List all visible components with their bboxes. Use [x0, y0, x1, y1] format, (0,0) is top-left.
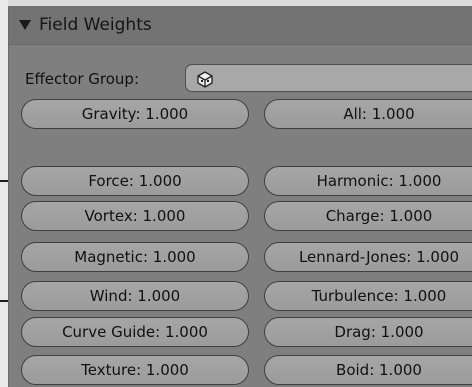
drag-button[interactable]: Drag: 1.000 [264, 317, 472, 347]
all-button[interactable]: All: 1.000 [264, 99, 472, 129]
charge-button[interactable]: Charge: 1.000 [264, 201, 472, 231]
harmonic-button[interactable]: Harmonic: 1.000 [264, 166, 472, 196]
cube-group-icon [197, 71, 213, 88]
vortex-button[interactable]: Vortex: 1.000 [21, 201, 249, 231]
wind-button[interactable]: Wind: 1.000 [21, 281, 249, 311]
outer-edge [0, 0, 8, 387]
field-weights-panel: Field Weights Effector Group: Gravity: 1… [8, 6, 472, 387]
curve-guide-button[interactable]: Curve Guide: 1.000 [21, 317, 249, 347]
magnetic-button[interactable]: Magnetic: 1.000 [21, 242, 249, 272]
turbulence-button[interactable]: Turbulence: 1.000 [264, 281, 472, 311]
effector-group-field[interactable] [185, 64, 472, 92]
texture-button[interactable]: Texture: 1.000 [21, 355, 249, 385]
disclosure-triangle-down-icon[interactable] [19, 20, 31, 30]
force-button[interactable]: Force: 1.000 [21, 166, 249, 196]
lennard-jones-button[interactable]: Lennard-Jones: 1.000 [264, 242, 472, 272]
panel-header[interactable]: Field Weights [9, 6, 472, 45]
panel-title: Field Weights [39, 15, 152, 35]
boid-button[interactable]: Boid: 1.000 [264, 355, 472, 385]
effector-group-label: Effector Group: [25, 70, 140, 88]
gravity-button[interactable]: Gravity: 1.000 [21, 99, 249, 129]
